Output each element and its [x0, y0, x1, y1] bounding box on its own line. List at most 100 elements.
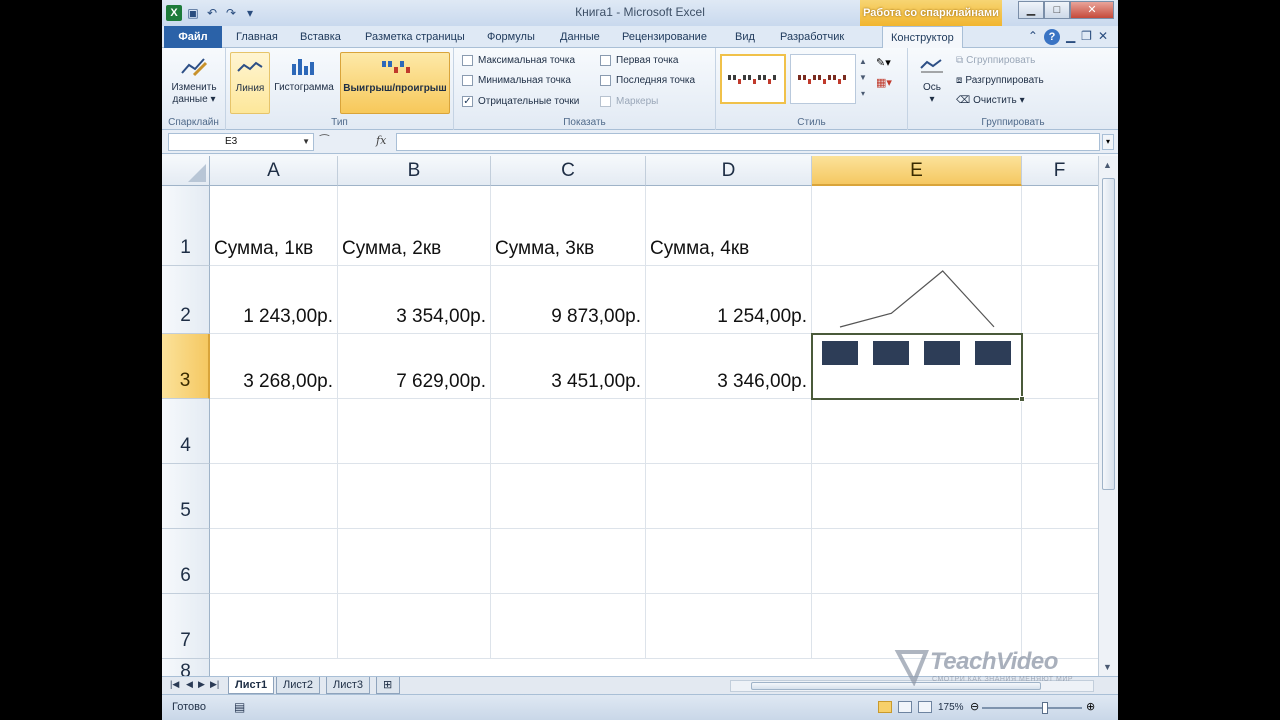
row-header-1[interactable]: 1	[162, 186, 210, 266]
axis-button[interactable]: Ось ▾	[914, 52, 950, 106]
group-button[interactable]: ⧉ Сгруппировать	[956, 52, 1035, 68]
tab-view[interactable]: Вид	[727, 26, 763, 48]
cell-b7[interactable]	[338, 594, 491, 659]
excel-logo-icon[interactable]: X	[166, 4, 182, 21]
workbook-close-icon[interactable]: ✕	[1098, 29, 1108, 45]
save-icon[interactable]: ▣	[185, 5, 201, 21]
page-layout-view-icon[interactable]	[898, 701, 912, 713]
column-header-d[interactable]: D	[646, 156, 812, 186]
cell-c2[interactable]: 9 873,00р.	[491, 266, 646, 334]
cell-f7[interactable]	[1022, 594, 1098, 659]
cell-f3[interactable]	[1022, 334, 1098, 399]
type-winloss-button[interactable]: Выигрыш/проигрыш	[340, 52, 450, 114]
prev-sheet-icon[interactable]: ◀	[186, 679, 193, 690]
cell-e5[interactable]	[812, 464, 1022, 529]
tab-review[interactable]: Рецензирование	[614, 26, 715, 48]
first-sheet-icon[interactable]: |◀	[170, 679, 179, 690]
cell-c7[interactable]	[491, 594, 646, 659]
horizontal-scrollbar[interactable]	[730, 680, 1094, 692]
row-header-4[interactable]: 4	[162, 399, 210, 464]
cell-e6[interactable]	[812, 529, 1022, 594]
cell-a1[interactable]: Сумма, 1кв	[210, 186, 338, 266]
style-swatch-2[interactable]	[790, 54, 856, 104]
row-header-2[interactable]: 2	[162, 266, 210, 334]
minimize-icon[interactable]: ▁	[1018, 1, 1044, 19]
cell-c6[interactable]	[491, 529, 646, 594]
cell-d5[interactable]	[646, 464, 812, 529]
vertical-scroll-thumb[interactable]	[1102, 178, 1115, 490]
cell-f2[interactable]	[1022, 266, 1098, 334]
insert-sheet-icon[interactable]: ⊞	[376, 677, 400, 694]
next-sheet-icon[interactable]: ▶	[198, 679, 205, 690]
cell-a4[interactable]	[210, 399, 338, 464]
cell-b5[interactable]	[338, 464, 491, 529]
minimize-ribbon-icon[interactable]: ⌃	[1028, 29, 1038, 45]
workbook-restore-icon[interactable]: ❐	[1081, 29, 1092, 45]
marker-color-icon[interactable]: ▦▾	[876, 76, 892, 89]
formula-bar-splitter-icon[interactable]: ⁀	[320, 134, 329, 147]
tab-developer[interactable]: Разработчик	[772, 26, 852, 48]
cell-d2[interactable]: 1 254,00р.	[646, 266, 812, 334]
type-line-button[interactable]: Линия	[230, 52, 270, 114]
tab-formulas[interactable]: Формулы	[479, 26, 543, 48]
cell-d6[interactable]	[646, 529, 812, 594]
cell-a7[interactable]	[210, 594, 338, 659]
zoom-level[interactable]: 175%	[938, 702, 964, 713]
cell-f5[interactable]	[1022, 464, 1098, 529]
cell-c4[interactable]	[491, 399, 646, 464]
tab-design[interactable]: Конструктор	[882, 26, 963, 49]
select-all-corner[interactable]	[162, 156, 210, 186]
column-header-e[interactable]: E	[812, 156, 1022, 186]
close-icon[interactable]: ✕	[1070, 1, 1114, 19]
column-header-b[interactable]: B	[338, 156, 491, 186]
redo-icon[interactable]: ↷	[223, 5, 239, 21]
first-point-checkbox[interactable]: Первая точка	[600, 53, 678, 67]
formula-input[interactable]	[396, 133, 1100, 151]
row-header-6[interactable]: 6	[162, 529, 210, 594]
clear-button[interactable]: ⌫ Очистить ▾	[956, 92, 1025, 108]
row-header-7[interactable]: 7	[162, 594, 210, 659]
cell-e4[interactable]	[812, 399, 1022, 464]
cell-d7[interactable]	[646, 594, 812, 659]
last-sheet-icon[interactable]: ▶|	[210, 679, 219, 690]
last-point-checkbox[interactable]: Последняя точка	[600, 73, 695, 87]
edit-data-button[interactable]: Изменить данные ▾	[168, 52, 220, 106]
cell-a2[interactable]: 1 243,00р.	[210, 266, 338, 334]
macro-record-icon[interactable]: ▤	[234, 700, 245, 714]
column-header-f[interactable]: F	[1022, 156, 1098, 186]
row-header-8[interactable]: 8	[162, 659, 210, 676]
row-header-5[interactable]: 5	[162, 464, 210, 529]
row-header-3[interactable]: 3	[162, 334, 210, 399]
tab-file[interactable]: Файл	[164, 26, 222, 48]
low-point-checkbox[interactable]: Минимальная точка	[462, 73, 571, 87]
cell-e7[interactable]	[812, 594, 1022, 659]
insert-function-icon[interactable]: fx	[376, 134, 386, 147]
zoom-slider-knob[interactable]	[1042, 702, 1048, 714]
cell-f1[interactable]	[1022, 186, 1098, 266]
name-box-dropdown-icon[interactable]: ▼	[302, 134, 310, 150]
formula-expand-icon[interactable]: ▾	[1102, 134, 1114, 150]
zoom-in-icon[interactable]: ⊕	[1086, 700, 1095, 713]
scroll-down-icon[interactable]: ▼	[1103, 662, 1112, 672]
cell-b6[interactable]	[338, 529, 491, 594]
column-header-c[interactable]: C	[491, 156, 646, 186]
sparkline-color-icon[interactable]: ✎▾	[876, 56, 891, 69]
cell-b3[interactable]: 7 629,00р.	[338, 334, 491, 399]
scroll-up-icon[interactable]: ▲	[1103, 160, 1112, 170]
tab-page-layout[interactable]: Разметка страницы	[357, 26, 473, 48]
cell-b2[interactable]: 3 354,00р.	[338, 266, 491, 334]
negative-points-checkbox[interactable]: ✓ Отрицательные точки	[462, 94, 579, 108]
cell-d3[interactable]: 3 346,00р.	[646, 334, 812, 399]
undo-icon[interactable]: ↶	[204, 5, 220, 21]
style-gallery-scroll[interactable]: ▲ ▼ ▾	[858, 54, 868, 104]
ungroup-button[interactable]: ⧈ Разгруппировать	[956, 72, 1044, 88]
type-column-button[interactable]: Гистограмма	[272, 52, 336, 94]
high-point-checkbox[interactable]: Максимальная точка	[462, 53, 575, 67]
page-break-view-icon[interactable]	[918, 701, 932, 713]
zoom-out-icon[interactable]: ⊖	[970, 700, 979, 713]
workbook-minimize-icon[interactable]: ▁	[1066, 29, 1075, 45]
tab-data[interactable]: Данные	[552, 26, 608, 48]
cell-a6[interactable]	[210, 529, 338, 594]
vertical-scrollbar[interactable]: ▲ ▼	[1098, 156, 1118, 676]
style-swatch-1[interactable]	[720, 54, 786, 104]
